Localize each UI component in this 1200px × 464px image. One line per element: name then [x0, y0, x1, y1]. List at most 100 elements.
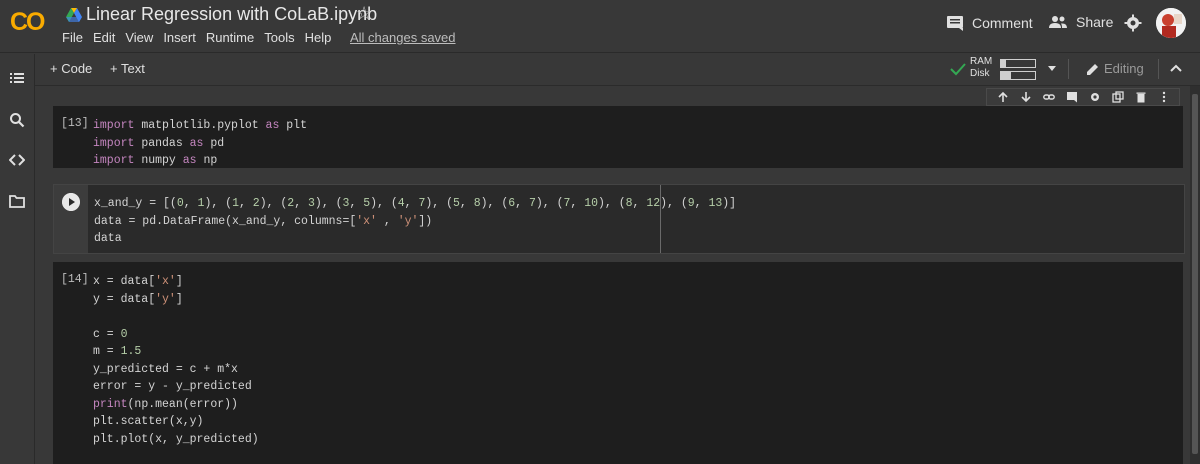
code-token: ), (: [425, 197, 453, 210]
editing-mode-button[interactable]: Editing: [1086, 61, 1144, 76]
code-line[interactable]: print(np.mean(error)): [93, 396, 259, 414]
code-token: 2: [252, 197, 260, 210]
code-token: as: [265, 119, 280, 132]
code-line[interactable]: y_predicted = c + m*x: [93, 361, 259, 379]
trash-icon[interactable]: [1135, 91, 1147, 103]
menu-view[interactable]: View: [125, 30, 153, 45]
folder-icon[interactable]: [9, 193, 25, 209]
code-token: 8: [625, 197, 633, 210]
code-token: ,: [570, 197, 585, 210]
user-avatar[interactable]: [1156, 8, 1186, 38]
code-token: y_predicted = c + m*x: [93, 362, 238, 376]
code-cell[interactable]: [14] x = data['x'] y = data['y'] c = 0m =…: [53, 262, 1183, 464]
code-token: import: [93, 119, 135, 132]
code-token: ,: [404, 197, 419, 210]
chevron-down-icon[interactable]: [1046, 61, 1058, 75]
code-token: plt.plot(x, y_predicted): [93, 432, 259, 446]
code-token: ]): [418, 214, 433, 228]
code-snippets-icon[interactable]: [9, 152, 25, 168]
code-token: 'y': [155, 292, 176, 306]
code-line[interactable]: import pandas as pd: [93, 135, 307, 153]
code-token: ,: [294, 197, 309, 210]
code-cell[interactable]: [13] import matplotlib.pyplot as plt impo…: [53, 106, 1183, 168]
code-line[interactable]: error = y - y_predicted: [93, 378, 259, 396]
code-token: as: [182, 154, 197, 167]
code-token: data: [94, 232, 122, 245]
menu-runtime[interactable]: Runtime: [206, 30, 254, 45]
toolbar-divider: [1068, 59, 1069, 79]
code-line[interactable]: plt.plot(x, y_predicted): [93, 431, 259, 449]
code-line[interactable]: [93, 308, 259, 326]
resource-monitor[interactable]: RAM Disk: [948, 56, 1038, 82]
play-icon[interactable]: [62, 193, 80, 211]
link-icon[interactable]: [1042, 91, 1055, 103]
disk-usage-bar: [1000, 71, 1036, 80]
mirror-cell-icon[interactable]: [1111, 91, 1124, 103]
share-button[interactable]: Share: [1048, 14, 1113, 30]
more-vert-icon[interactable]: [1158, 91, 1170, 103]
code-token: 8: [473, 197, 481, 210]
move-down-icon[interactable]: [1020, 91, 1032, 103]
code-token: x_and_y = [(: [94, 197, 177, 210]
menu-file[interactable]: File: [62, 30, 83, 45]
code-line[interactable]: y = data['y']: [93, 291, 259, 309]
code-token: 0: [120, 327, 128, 341]
notebook-title[interactable]: Linear Regression with CoLaB.ipynb: [86, 4, 377, 25]
disk-label: Disk: [970, 68, 990, 79]
cell-toolbar: [986, 88, 1180, 106]
code-line[interactable]: m = 1.5: [93, 343, 259, 361]
add-text-button[interactable]: + Text: [110, 61, 145, 76]
code-token: ), (: [314, 197, 343, 210]
comment-button[interactable]: Comment: [946, 14, 1033, 32]
code-token: 7: [528, 197, 536, 210]
execution-count: [13]: [61, 117, 89, 130]
add-code-button[interactable]: + Code: [50, 61, 92, 76]
code-line[interactable]: x_and_y = [(0, 1), (1, 2), (2, 3), (3, 5…: [94, 195, 736, 213]
comment-icon[interactable]: [1066, 91, 1078, 103]
table-of-contents-icon[interactable]: [9, 70, 25, 86]
code-line[interactable]: data = pd.DataFrame(x_and_y, columns=['x…: [94, 213, 736, 231]
code-line[interactable]: c = 0: [93, 326, 259, 344]
code-editor[interactable]: x_and_y = [(0, 1), (1, 2), (2, 3), (3, 5…: [94, 195, 736, 248]
code-token: y = data[: [93, 292, 156, 306]
connected-check-icon: [950, 63, 966, 76]
chevron-up-icon[interactable]: [1168, 61, 1184, 75]
code-token: data = pd.DataFrame(x_and_y, columns=[: [94, 214, 357, 228]
code-token: ), (: [370, 197, 398, 210]
settings-gear-icon[interactable]: [1124, 14, 1142, 32]
scrollbar-thumb[interactable]: [1192, 94, 1198, 454]
google-drive-icon: [66, 8, 82, 22]
notebook-content: [13] import matplotlib.pyplot as plt impo…: [35, 86, 1190, 464]
menu-tools[interactable]: Tools: [264, 30, 294, 45]
code-token: error = y - y_predicted: [93, 380, 252, 393]
move-up-icon[interactable]: [997, 91, 1009, 103]
colab-logo[interactable]: CO: [10, 10, 52, 35]
app-header: CO Linear Regression with CoLaB.ipynb ☆ …: [0, 0, 1200, 53]
code-token: print: [93, 397, 128, 411]
menu-edit[interactable]: Edit: [93, 30, 115, 45]
code-line[interactable]: import matplotlib.pyplot as plt: [93, 117, 307, 135]
code-token: numpy: [134, 154, 183, 167]
code-line[interactable]: data: [94, 230, 736, 248]
toolbar-divider-2: [1158, 59, 1159, 79]
code-line[interactable]: x = data['x']: [93, 273, 259, 291]
code-token: c =: [93, 327, 121, 341]
menu-insert[interactable]: Insert: [163, 30, 196, 45]
execution-count: [14]: [61, 273, 89, 286]
notebook-toolbar: + Code + Text RAM Disk Editing: [0, 53, 1200, 86]
code-token: matplotlib.pyplot: [134, 119, 266, 132]
search-icon[interactable]: [9, 112, 25, 128]
save-status-link[interactable]: All changes saved: [350, 30, 456, 45]
code-token: 0: [176, 197, 184, 210]
avatar-image: [1156, 8, 1186, 38]
code-editor[interactable]: x = data['x'] y = data['y'] c = 0m = 1.5 y…: [93, 273, 259, 448]
gear-icon[interactable]: [1089, 91, 1101, 103]
code-line[interactable]: import numpy as np: [93, 152, 307, 170]
notebook-scrollbar[interactable]: [1190, 86, 1200, 464]
code-line[interactable]: plt.scatter(x,y): [93, 413, 259, 431]
code-editor[interactable]: import matplotlib.pyplot as plt import pa…: [93, 117, 307, 170]
code-cell-selected[interactable]: x_and_y = [(0, 1), (1, 2), (2, 3), (3, 5…: [53, 184, 1185, 254]
share-label: Share: [1076, 14, 1114, 30]
menu-help[interactable]: Help: [305, 30, 332, 45]
star-icon[interactable]: ☆: [356, 3, 372, 24]
